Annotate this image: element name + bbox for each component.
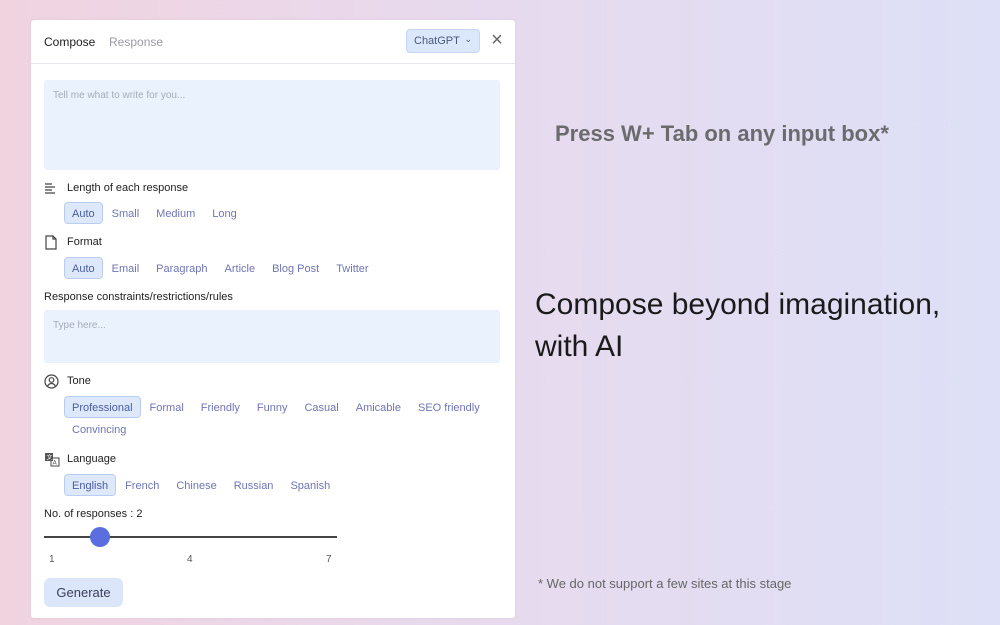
prompt-input[interactable]: Tell me what to write for you... — [44, 80, 500, 170]
language-option-french[interactable]: French — [117, 474, 167, 496]
constraints-placeholder: Type here... — [53, 320, 106, 331]
model-select-label: ChatGPT — [414, 35, 460, 47]
language-options: English French Chinese Russian Spanish — [64, 474, 504, 496]
close-button[interactable]: × — [487, 29, 507, 51]
compose-panel: Compose Response ChatGPT ⌄ × Tell me wha… — [31, 20, 515, 618]
headline: Compose beyond imagination, with AI — [535, 288, 941, 363]
responses-count-title: No. of responses : 2 — [44, 508, 142, 520]
constraints-section-title: Response constraints/restrictions/rules — [44, 291, 233, 303]
constraints-input[interactable]: Type here... — [44, 310, 500, 363]
translate-icon: 文A — [44, 452, 60, 467]
model-select[interactable]: ChatGPT ⌄ — [406, 29, 480, 53]
panel-header: Compose Response ChatGPT ⌄ × — [31, 20, 515, 64]
tone-option-formal[interactable]: Formal — [142, 396, 192, 418]
close-icon: × — [491, 29, 503, 51]
generate-button[interactable]: Generate — [44, 578, 123, 607]
chevron-down-icon: ⌄ — [464, 34, 472, 44]
format-option-article[interactable]: Article — [217, 257, 264, 279]
length-option-auto[interactable]: Auto — [64, 202, 103, 224]
format-options: Auto Email Paragraph Article Blog Post T… — [64, 257, 504, 279]
length-option-small[interactable]: Small — [104, 202, 148, 224]
tone-option-professional[interactable]: Professional — [64, 396, 141, 418]
length-option-long[interactable]: Long — [204, 202, 244, 224]
language-option-chinese[interactable]: Chinese — [168, 474, 224, 496]
slider-tick-max: 7 — [326, 554, 332, 565]
format-option-auto[interactable]: Auto — [64, 257, 103, 279]
responses-count-label: No. of responses : 2 — [44, 508, 143, 520]
format-option-paragraph[interactable]: Paragraph — [148, 257, 215, 279]
tone-option-seo-friendly[interactable]: SEO friendly — [410, 396, 488, 418]
text-lines-icon — [44, 181, 58, 195]
format-label: Format — [67, 236, 102, 248]
tone-label: Tone — [67, 375, 91, 387]
tone-option-convincing[interactable]: Convincing — [64, 418, 134, 440]
language-option-russian[interactable]: Russian — [226, 474, 282, 496]
format-option-blog-post[interactable]: Blog Post — [264, 257, 327, 279]
tone-option-funny[interactable]: Funny — [249, 396, 296, 418]
tone-option-amicable[interactable]: Amicable — [348, 396, 409, 418]
tone-option-friendly[interactable]: Friendly — [193, 396, 248, 418]
language-option-spanish[interactable]: Spanish — [282, 474, 338, 496]
slider-tick-mid: 4 — [187, 554, 193, 565]
responses-slider-handle[interactable] — [90, 527, 110, 547]
prompt-placeholder: Tell me what to write for you... — [53, 90, 186, 101]
language-section-title: 文A Language — [44, 452, 116, 467]
length-options: Auto Small Medium Long — [64, 202, 504, 224]
tone-options: Professional Formal Friendly Funny Casua… — [64, 396, 504, 440]
language-label: Language — [67, 453, 116, 465]
format-option-twitter[interactable]: Twitter — [328, 257, 376, 279]
tone-section-title: Tone — [44, 374, 91, 389]
tab-response[interactable]: Response — [109, 35, 163, 49]
tab-compose[interactable]: Compose — [44, 35, 95, 49]
length-label: Length of each response — [67, 182, 189, 194]
format-section-title: Format — [44, 235, 102, 250]
document-icon — [44, 235, 58, 250]
length-option-medium[interactable]: Medium — [148, 202, 203, 224]
footnote: * We do not support a few sites at this … — [538, 576, 792, 591]
responses-slider[interactable] — [44, 536, 337, 538]
slider-tick-min: 1 — [49, 554, 55, 565]
tone-option-casual[interactable]: Casual — [296, 396, 346, 418]
constraints-label: Response constraints/restrictions/rules — [44, 291, 233, 303]
user-circle-icon — [44, 374, 59, 389]
shortcut-hint: Press W+ Tab on any input box* — [555, 121, 889, 146]
format-option-email[interactable]: Email — [104, 257, 148, 279]
language-option-english[interactable]: English — [64, 474, 117, 496]
length-section-title: Length of each response — [44, 181, 188, 195]
